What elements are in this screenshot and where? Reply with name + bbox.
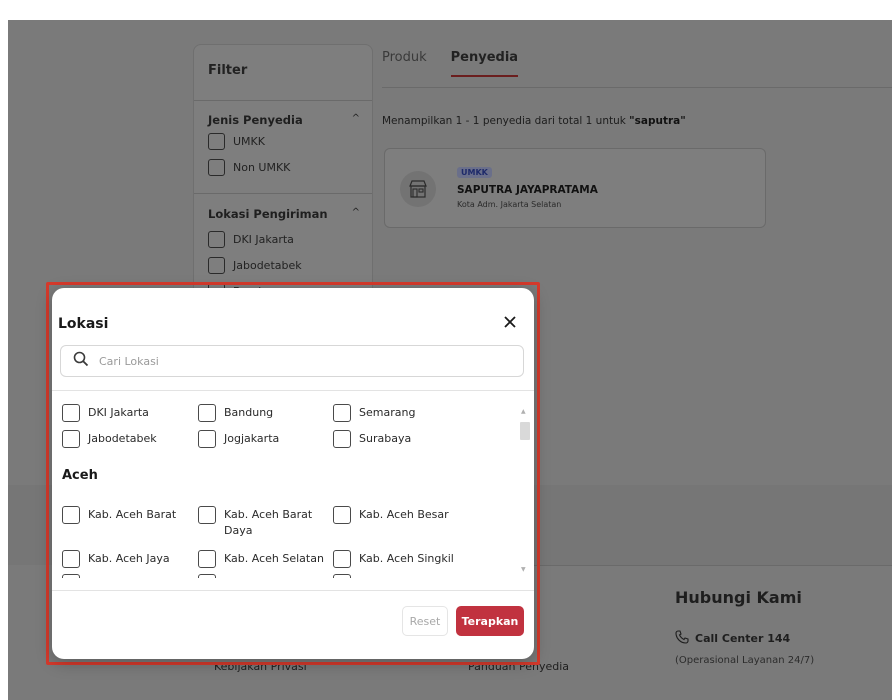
vendor-card[interactable]: UMKK SAPUTRA JAYAPRATAMA Kota Adm. Jakar… — [384, 148, 766, 228]
apply-button[interactable]: Terapkan — [456, 606, 524, 636]
result-summary: Menampilkan 1 - 1 penyedia dari total 1 … — [382, 115, 686, 127]
chevron-up-icon[interactable]: ^ — [352, 207, 360, 218]
filter-option-umkk[interactable]: UMKK — [208, 133, 265, 150]
checkbox[interactable] — [198, 574, 216, 578]
option-kab-aceh-selatan[interactable]: Kab. Aceh Selatan — [198, 550, 324, 568]
filter-group-jenis-title[interactable]: Jenis Penyedia — [208, 113, 303, 127]
vendor-location: Kota Adm. Jakarta Selatan — [457, 200, 562, 209]
location-modal: Lokasi DKI Jakarta Bandung Semarang Jabo… — [52, 288, 534, 659]
option-kab-aceh-besar[interactable]: Kab. Aceh Besar — [333, 506, 449, 524]
option-semarang[interactable]: Semarang — [333, 404, 415, 422]
checkbox[interactable] — [62, 506, 80, 524]
store-icon — [400, 171, 436, 207]
checkbox[interactable] — [198, 430, 216, 448]
tabs-divider — [382, 87, 892, 88]
option-kab-aceh-barat[interactable]: Kab. Aceh Barat — [62, 506, 176, 524]
location-options: DKI Jakarta Bandung Semarang Jabodetabek… — [52, 392, 522, 578]
filter-option-non-umkk[interactable]: Non UMKK — [208, 159, 290, 176]
checkbox[interactable] — [62, 404, 80, 422]
tab-penyedia[interactable]: Penyedia — [450, 50, 519, 77]
scroll-up-icon[interactable]: ▲ — [521, 408, 526, 415]
checkbox[interactable] — [62, 430, 80, 448]
phone-icon — [675, 630, 689, 647]
checkbox[interactable] — [333, 430, 351, 448]
checkbox[interactable] — [333, 550, 351, 568]
result-tabs: Produk Penyedia — [382, 50, 519, 77]
tab-produk[interactable]: Produk — [382, 50, 427, 77]
checkbox[interactable] — [198, 404, 216, 422]
scrollbar[interactable]: ▲ ▼ — [518, 408, 532, 578]
search-icon — [73, 351, 89, 371]
checkbox[interactable] — [198, 550, 216, 568]
option-surabaya[interactable]: Surabaya — [333, 430, 411, 448]
checkbox[interactable] — [333, 404, 351, 422]
option-kab-aceh-singkil[interactable]: Kab. Aceh Singkil — [333, 550, 454, 568]
modal-title: Lokasi — [58, 316, 109, 332]
option-next-row[interactable] — [198, 574, 216, 578]
checkbox[interactable] — [208, 159, 225, 176]
option-next-row[interactable] — [62, 574, 80, 578]
divider — [194, 100, 372, 101]
close-icon[interactable] — [500, 312, 520, 332]
option-kab-aceh-barat-daya[interactable]: Kab. Aceh Barat Daya — [198, 506, 324, 539]
reset-button[interactable]: Reset — [402, 606, 448, 636]
top-bar — [0, 0, 892, 20]
checkbox[interactable] — [333, 574, 351, 578]
checkbox[interactable] — [333, 506, 351, 524]
location-search[interactable] — [60, 345, 524, 377]
footer-link-vendor-guide[interactable]: Panduan Penyedia — [468, 660, 569, 673]
option-jabodetabek[interactable]: Jabodetabek — [62, 430, 157, 448]
footer-operational-hours: (Operasional Layanan 24/7) — [675, 655, 815, 666]
checkbox[interactable] — [198, 506, 216, 524]
search-input[interactable] — [99, 354, 499, 368]
footer-call-center[interactable]: Call Center 144 — [675, 630, 790, 647]
filter-group-lokasi-title[interactable]: Lokasi Pengiriman — [208, 207, 328, 221]
footer-link-privacy[interactable]: Kebijakan Privasi — [214, 660, 307, 673]
checkbox[interactable] — [62, 574, 80, 578]
chevron-up-icon[interactable]: ^ — [352, 113, 360, 124]
scroll-thumb[interactable] — [520, 422, 530, 440]
checkbox[interactable] — [208, 257, 225, 274]
divider — [52, 590, 534, 591]
checkbox[interactable] — [62, 550, 80, 568]
option-kab-aceh-jaya[interactable]: Kab. Aceh Jaya — [62, 550, 170, 568]
region-title-aceh: Aceh — [62, 468, 98, 483]
filter-option-dki-jakarta[interactable]: DKI Jakarta — [208, 231, 294, 248]
option-next-row[interactable] — [333, 574, 351, 578]
divider — [194, 193, 372, 194]
footer-contact-title: Hubungi Kami — [675, 588, 802, 607]
status-badge: UMKK — [457, 167, 492, 178]
option-bandung[interactable]: Bandung — [198, 404, 273, 422]
scroll-down-icon[interactable]: ▼ — [521, 566, 526, 573]
option-dki-jakarta[interactable]: DKI Jakarta — [62, 404, 149, 422]
filter-option-jabodetabek[interactable]: Jabodetabek — [208, 257, 302, 274]
divider — [52, 390, 534, 391]
checkbox[interactable] — [208, 231, 225, 248]
filter-title: Filter — [208, 63, 248, 78]
vendor-name[interactable]: SAPUTRA JAYAPRATAMA — [457, 184, 598, 196]
option-jogjakarta[interactable]: Jogjakarta — [198, 430, 279, 448]
checkbox[interactable] — [208, 133, 225, 150]
